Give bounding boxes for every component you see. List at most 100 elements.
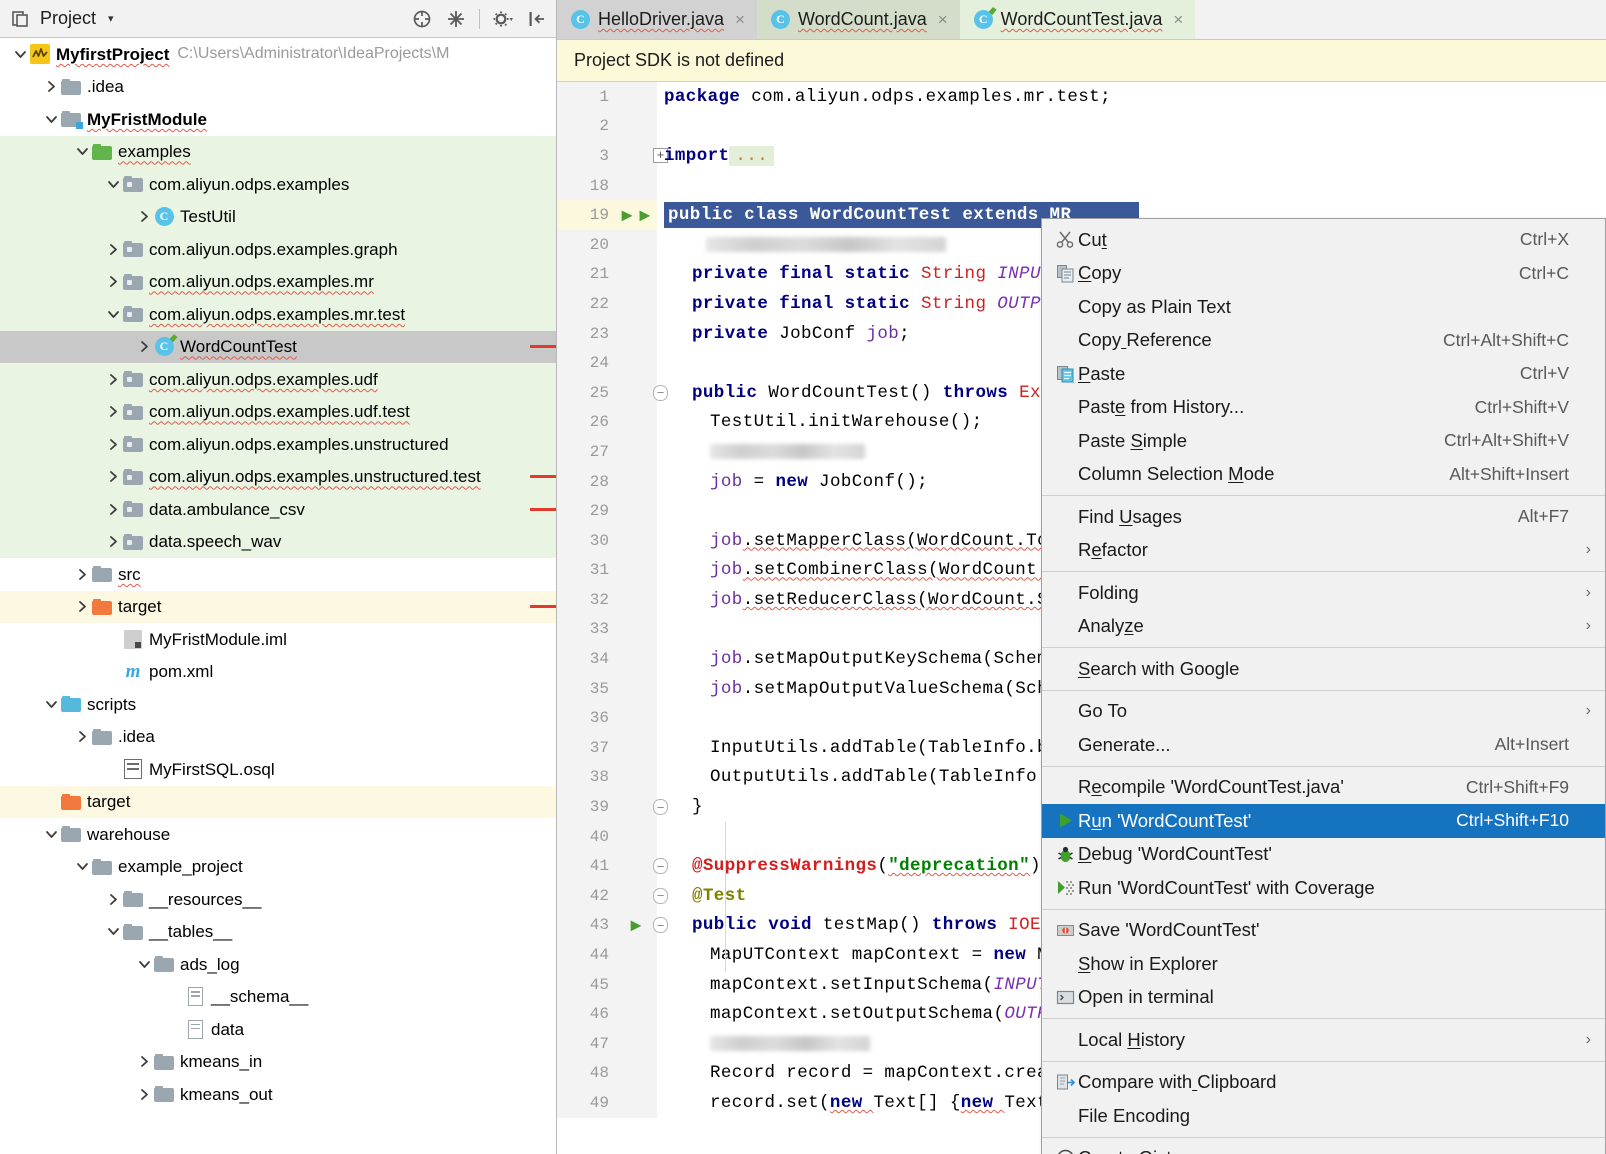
chevron-right-icon[interactable] bbox=[105, 501, 122, 518]
tree-node[interactable]: warehouse bbox=[0, 818, 556, 851]
settings-gear-icon[interactable] bbox=[492, 8, 514, 30]
chevron-down-icon[interactable] bbox=[43, 696, 60, 713]
tree-node[interactable]: __resources__ bbox=[0, 883, 556, 916]
project-toolbar-title[interactable]: Project bbox=[40, 8, 96, 29]
menu-item-search-with-google[interactable]: Search with Google bbox=[1042, 652, 1605, 686]
tree-node[interactable]: com.aliyun.odps.examples bbox=[0, 168, 556, 201]
close-icon[interactable]: × bbox=[938, 10, 948, 30]
menu-item-refactor[interactable]: Refactor › bbox=[1042, 534, 1605, 568]
menu-item-open-in-terminal[interactable]: Open in terminal bbox=[1042, 981, 1605, 1015]
tree-node[interactable]: MyFirstSQL.osql bbox=[0, 753, 556, 786]
menu-item-go-to[interactable]: Go To › bbox=[1042, 695, 1605, 729]
tree-node[interactable]: src bbox=[0, 558, 556, 591]
tree-node[interactable]: data bbox=[0, 1013, 556, 1046]
chevron-right-icon[interactable] bbox=[105, 468, 122, 485]
menu-item-copy-reference[interactable]: Copy Reference Ctrl+Alt+Shift+C bbox=[1042, 324, 1605, 358]
tree-node[interactable]: .idea bbox=[0, 71, 556, 104]
code-line[interactable]: 1 package com.aliyun.odps.examples.mr.tes… bbox=[557, 82, 1606, 112]
menu-item-create-gist[interactable]: Create Gist... bbox=[1042, 1142, 1605, 1154]
menu-item-save-wordcounttest[interactable]: Save 'WordCountTest' bbox=[1042, 914, 1605, 948]
chevron-down-icon[interactable] bbox=[136, 956, 153, 973]
tree-node[interactable]: C TestUtil bbox=[0, 200, 556, 233]
project-tree[interactable]: MyfirstProject C:\Users\Administrator\Ide… bbox=[0, 38, 556, 1154]
tree-node[interactable]: MyFristModule.iml bbox=[0, 623, 556, 656]
menu-item-generate[interactable]: Generate... Alt+Insert bbox=[1042, 728, 1605, 762]
menu-item-find-usages[interactable]: Find Usages Alt+F7 bbox=[1042, 500, 1605, 534]
tree-node[interactable]: __tables__ bbox=[0, 916, 556, 949]
chevron-down-icon[interactable] bbox=[105, 923, 122, 940]
menu-item-column-selection-mode[interactable]: Column Selection Mode Alt+Shift+Insert bbox=[1042, 458, 1605, 492]
chevron-down-icon[interactable] bbox=[74, 858, 91, 875]
menu-item-debug-wordcounttest[interactable]: Debug 'WordCountTest' bbox=[1042, 838, 1605, 872]
chevron-right-icon[interactable] bbox=[74, 566, 91, 583]
tree-node[interactable]: com.aliyun.odps.examples.udf.test bbox=[0, 395, 556, 428]
chevron-down-icon[interactable] bbox=[43, 111, 60, 128]
chevron-right-icon[interactable] bbox=[74, 598, 91, 615]
close-icon[interactable]: × bbox=[1173, 10, 1183, 30]
chevron-down-icon[interactable] bbox=[105, 306, 122, 323]
menu-item-show-in-explorer[interactable]: Show in Explorer bbox=[1042, 947, 1605, 981]
menu-item-copy[interactable]: Copy Ctrl+C bbox=[1042, 257, 1605, 291]
menu-item-paste[interactable]: Paste Ctrl+V bbox=[1042, 357, 1605, 391]
menu-item-cut[interactable]: Cut Ctrl+X bbox=[1042, 223, 1605, 257]
chevron-right-icon[interactable] bbox=[105, 273, 122, 290]
tree-node[interactable]: data.ambulance_csv bbox=[0, 493, 556, 526]
chevron-down-icon[interactable] bbox=[105, 176, 122, 193]
tree-node[interactable]: MyFristModule bbox=[0, 103, 556, 136]
code-line[interactable]: 18 bbox=[557, 170, 1606, 201]
menu-item-copy-as-plain-text[interactable]: Copy as Plain Text bbox=[1042, 290, 1605, 324]
tree-node[interactable]: target bbox=[0, 590, 556, 623]
locate-icon[interactable] bbox=[445, 8, 467, 30]
sdk-notification-bar[interactable]: Project SDK is not defined bbox=[557, 40, 1606, 82]
menu-item-folding[interactable]: Folding › bbox=[1042, 576, 1605, 610]
editor-tab-wordcounttest[interactable]: C WordCountTest.java × bbox=[959, 0, 1196, 39]
chevron-right-icon[interactable] bbox=[105, 371, 122, 388]
menu-item-run-wordcounttest[interactable]: Run 'WordCountTest' Ctrl+Shift+F10 bbox=[1042, 804, 1605, 838]
chevron-right-icon[interactable] bbox=[105, 241, 122, 258]
chevron-right-icon[interactable] bbox=[105, 436, 122, 453]
editor-context-menu[interactable]: Cut Ctrl+X Copy Ctrl+C Copy as Plain Text Cop… bbox=[1041, 218, 1606, 1154]
chevron-right-icon[interactable] bbox=[105, 891, 122, 908]
tree-node[interactable]: scripts bbox=[0, 688, 556, 721]
tree-node[interactable]: examples bbox=[0, 135, 556, 168]
chevron-right-icon[interactable] bbox=[136, 1086, 153, 1103]
chevron-down-icon[interactable] bbox=[12, 46, 29, 63]
chevron-right-icon[interactable] bbox=[136, 338, 153, 355]
tree-node[interactable]: kmeans_in bbox=[0, 1046, 556, 1079]
chevron-right-icon[interactable] bbox=[74, 728, 91, 745]
chevron-right-icon[interactable] bbox=[105, 533, 122, 550]
tree-node[interactable]: com.aliyun.odps.examples.unstructured bbox=[0, 428, 556, 461]
close-icon[interactable]: × bbox=[735, 10, 745, 30]
chevron-right-icon[interactable] bbox=[136, 208, 153, 225]
collapse-all-icon[interactable] bbox=[411, 8, 433, 30]
menu-item-paste-simple[interactable]: Paste Simple Ctrl+Alt+Shift+V bbox=[1042, 424, 1605, 458]
tree-node[interactable]: data.speech_wav bbox=[0, 525, 556, 558]
chevron-right-icon[interactable] bbox=[43, 78, 60, 95]
tree-node[interactable]: .idea bbox=[0, 721, 556, 754]
menu-item-local-history[interactable]: Local History › bbox=[1042, 1023, 1605, 1057]
tree-node[interactable]: MyfirstProject C:\Users\Administrator\Ide… bbox=[0, 38, 556, 71]
menu-item-run-wordcounttest-with-coverage[interactable]: Run 'WordCountTest' with Coverage bbox=[1042, 871, 1605, 905]
tree-node[interactable]: com.aliyun.odps.examples.udf bbox=[0, 363, 556, 396]
editor-tab-wordcount[interactable]: C WordCount.java × bbox=[756, 0, 960, 39]
chevron-down-icon[interactable]: ▾ bbox=[108, 12, 114, 25]
menu-item-file-encoding[interactable]: File Encoding bbox=[1042, 1099, 1605, 1133]
menu-item-recompile-wordcounttest-java[interactable]: Recompile 'WordCountTest.java' Ctrl+Shift… bbox=[1042, 771, 1605, 805]
tree-node[interactable]: target bbox=[0, 785, 556, 818]
tree-node[interactable]: __schema__ bbox=[0, 981, 556, 1014]
chevron-right-icon[interactable] bbox=[105, 403, 122, 420]
tree-node[interactable]: ads_log bbox=[0, 948, 556, 981]
editor-tab-hellodriver[interactable]: C HelloDriver.java × bbox=[557, 0, 757, 39]
chevron-down-icon[interactable] bbox=[43, 826, 60, 843]
menu-item-analyze[interactable]: Analyze › bbox=[1042, 610, 1605, 644]
code-line[interactable]: 3 + import ... bbox=[557, 141, 1606, 171]
chevron-down-icon[interactable] bbox=[74, 143, 91, 160]
tree-node[interactable]: kmeans_out bbox=[0, 1078, 556, 1111]
tree-node[interactable]: com.aliyun.odps.examples.unstructured.te… bbox=[0, 460, 556, 493]
run-gutter-icon[interactable]: ► bbox=[627, 915, 645, 936]
menu-item-compare-with-clipboard[interactable]: Compare with Clipboard bbox=[1042, 1066, 1605, 1100]
chevron-right-icon[interactable] bbox=[136, 1053, 153, 1070]
tree-node[interactable]: com.aliyun.odps.examples.mr bbox=[0, 265, 556, 298]
tree-node[interactable]: example_project bbox=[0, 851, 556, 884]
tree-node[interactable]: com.aliyun.odps.examples.graph bbox=[0, 233, 556, 266]
